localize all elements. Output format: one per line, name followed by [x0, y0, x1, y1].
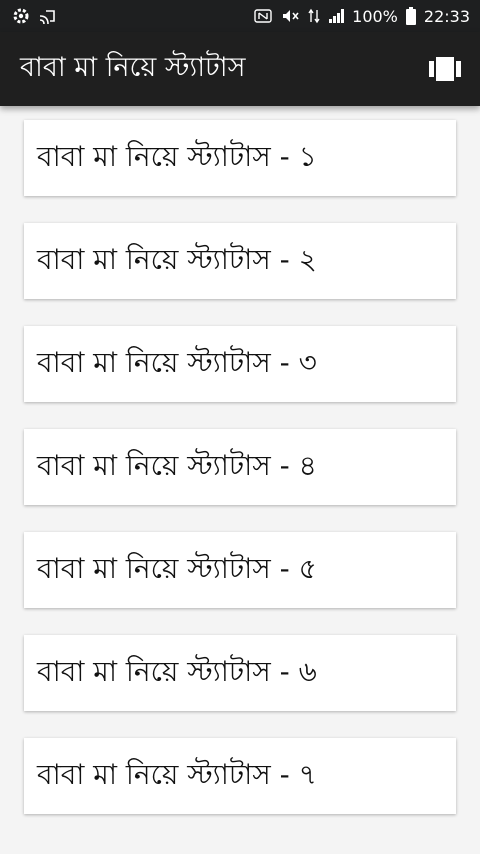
nfc-icon: [254, 9, 272, 23]
app-title: বাবা মা নিয়ে স্ট্যাটাস: [20, 51, 246, 83]
list-item[interactable]: বাবা মা নিয়ে স্ট্যাটাস - ৬: [24, 635, 456, 711]
list-item-label: বাবা মা নিয়ে স্ট্যাটাস - ৭: [37, 757, 317, 791]
battery-percent: 100%: [352, 6, 398, 26]
status-right-group: 100% 22:33: [254, 7, 470, 26]
settings-icon: [12, 7, 30, 25]
list-item-label: বাবা মা নিয়ে স্ট্যাটাস - ২: [37, 242, 317, 276]
list-item[interactable]: বাবা মা নিয়ে স্ট্যাটাস - ৩: [24, 326, 456, 402]
status-bar: 100% 22:33: [0, 0, 480, 32]
list-item-label: বাবা মা নিয়ে স্ট্যাটাস - ৩: [37, 345, 317, 379]
signal-icon: [328, 8, 345, 24]
list-item-label: বাবা মা নিয়ে স্ট্যাটাস - ৫: [37, 551, 317, 585]
battery-icon: [405, 7, 416, 25]
view-carousel-button[interactable]: [428, 52, 462, 86]
view-carousel-icon: [429, 57, 461, 81]
list-item-label: বাবা মা নিয়ে স্ট্যাটাস - ৪: [37, 448, 317, 482]
list-item[interactable]: বাবা মা নিয়ে স্ট্যাটাস - ৭: [24, 738, 456, 814]
list-item-label: বাবা মা নিয়ে স্ট্যাটাস - ৬: [37, 654, 317, 688]
status-left-group: [12, 7, 56, 25]
list-item[interactable]: বাবা মা নিয়ে স্ট্যাটাস - ৫: [24, 532, 456, 608]
list-item[interactable]: বাবা মা নিয়ে স্ট্যাটাস - ১: [24, 120, 456, 196]
list-item[interactable]: বাবা মা নিয়ে স্ট্যাটাস - ৪: [24, 429, 456, 505]
mute-icon: [280, 8, 300, 24]
cast-icon: [38, 8, 56, 24]
list-item[interactable]: বাবা মা নিয়ে স্ট্যাটাস - ২: [24, 223, 456, 299]
data-arrows-icon: [308, 8, 320, 24]
app-bar: বাবা মা নিয়ে স্ট্যাটাস: [0, 32, 480, 106]
list-item-label: বাবা মা নিয়ে স্ট্যাটাস - ১: [37, 139, 317, 173]
clock: 22:33: [423, 6, 470, 26]
